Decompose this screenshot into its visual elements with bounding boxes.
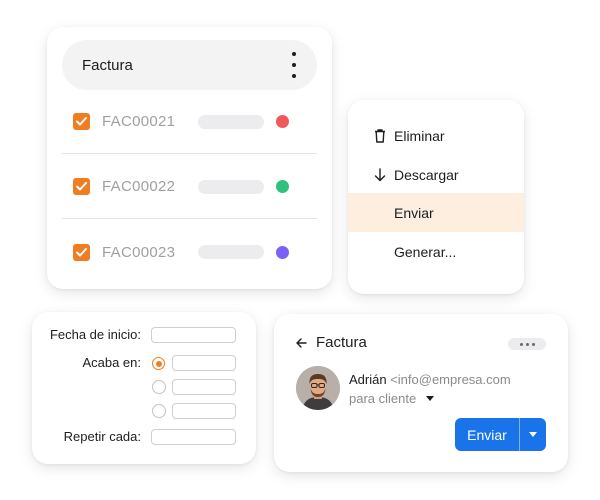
ends-option-input[interactable] [172,403,236,419]
ends-option-radio[interactable] [152,357,165,370]
checkbox-checked-icon[interactable] [73,178,90,195]
sender-line: Adrián <info@empresa.com [349,372,511,387]
menu-item-enviar[interactable]: Enviar [348,193,524,232]
sender-email: <info@empresa.com [390,372,511,387]
invoice-code: FAC00022 [102,178,176,195]
menu-item-descargar[interactable]: Descargar [348,155,524,194]
arrow-down-icon [370,167,390,182]
caret-down-icon [426,396,435,401]
invoice-list-title: Factura [82,56,133,74]
ends-on-label: Acaba en: [82,355,141,370]
send-options-button[interactable] [520,418,546,451]
repeat-every-input[interactable] [151,429,236,445]
send-button[interactable]: Enviar [455,418,519,451]
menu-item-label: Generar... [394,243,457,260]
more-options-icon[interactable] [508,338,546,350]
menu-item-eliminar[interactable]: Eliminar [348,116,524,155]
menu-item-generar[interactable]: Generar... [348,232,524,271]
trash-icon [370,128,390,143]
menu-item-label: Eliminar [394,127,445,144]
invoice-list-card: Factura FAC00021 FAC00022 FAC00023 [47,27,332,289]
status-dot [276,115,289,128]
recipient-dropdown[interactable]: para cliente [349,391,435,406]
email-header: Factura [296,334,367,351]
sender-name: Adrián [349,372,387,387]
status-dot [276,180,289,193]
status-dot [276,245,289,259]
recipient-label: para cliente [349,391,417,406]
ends-option-radio[interactable] [152,380,166,394]
invoice-code: FAC00021 [102,113,176,130]
menu-item-label: Descargar [394,166,459,183]
ends-option-input[interactable] [172,379,236,395]
invoice-row[interactable]: FAC00021 [62,90,317,154]
avatar [296,366,340,410]
arrow-left-icon[interactable] [296,337,307,348]
checkbox-checked-icon[interactable] [73,243,90,261]
checkbox-checked-icon[interactable] [73,113,90,130]
ends-option-input[interactable] [172,355,236,371]
invoice-row[interactable]: FAC00023 [62,220,317,284]
kebab-menu-icon[interactable] [289,52,299,78]
email-compose-card: Factura Adrián <info@empresa.com para cl… [274,314,568,472]
email-title: Factura [316,334,367,351]
placeholder-bar [198,114,264,129]
menu-item-label: Enviar [394,204,434,221]
repeat-every-label: Repetir cada: [63,429,141,444]
start-date-input[interactable] [151,327,236,343]
start-date-label: Fecha de inicio: [49,327,141,342]
ends-option-radio[interactable] [152,404,166,418]
placeholder-bar [198,179,264,194]
caret-down-icon [529,432,537,437]
context-menu: Eliminar Descargar Enviar Generar... [348,100,524,294]
invoice-list-header: Factura [62,40,317,90]
invoice-row[interactable]: FAC00022 [62,155,317,219]
send-split-button: Enviar [455,418,546,451]
placeholder-bar [198,245,264,259]
schedule-form-card: Fecha de inicio: Acaba en: Repetir cada: [32,312,256,464]
invoice-code: FAC00023 [102,243,176,261]
